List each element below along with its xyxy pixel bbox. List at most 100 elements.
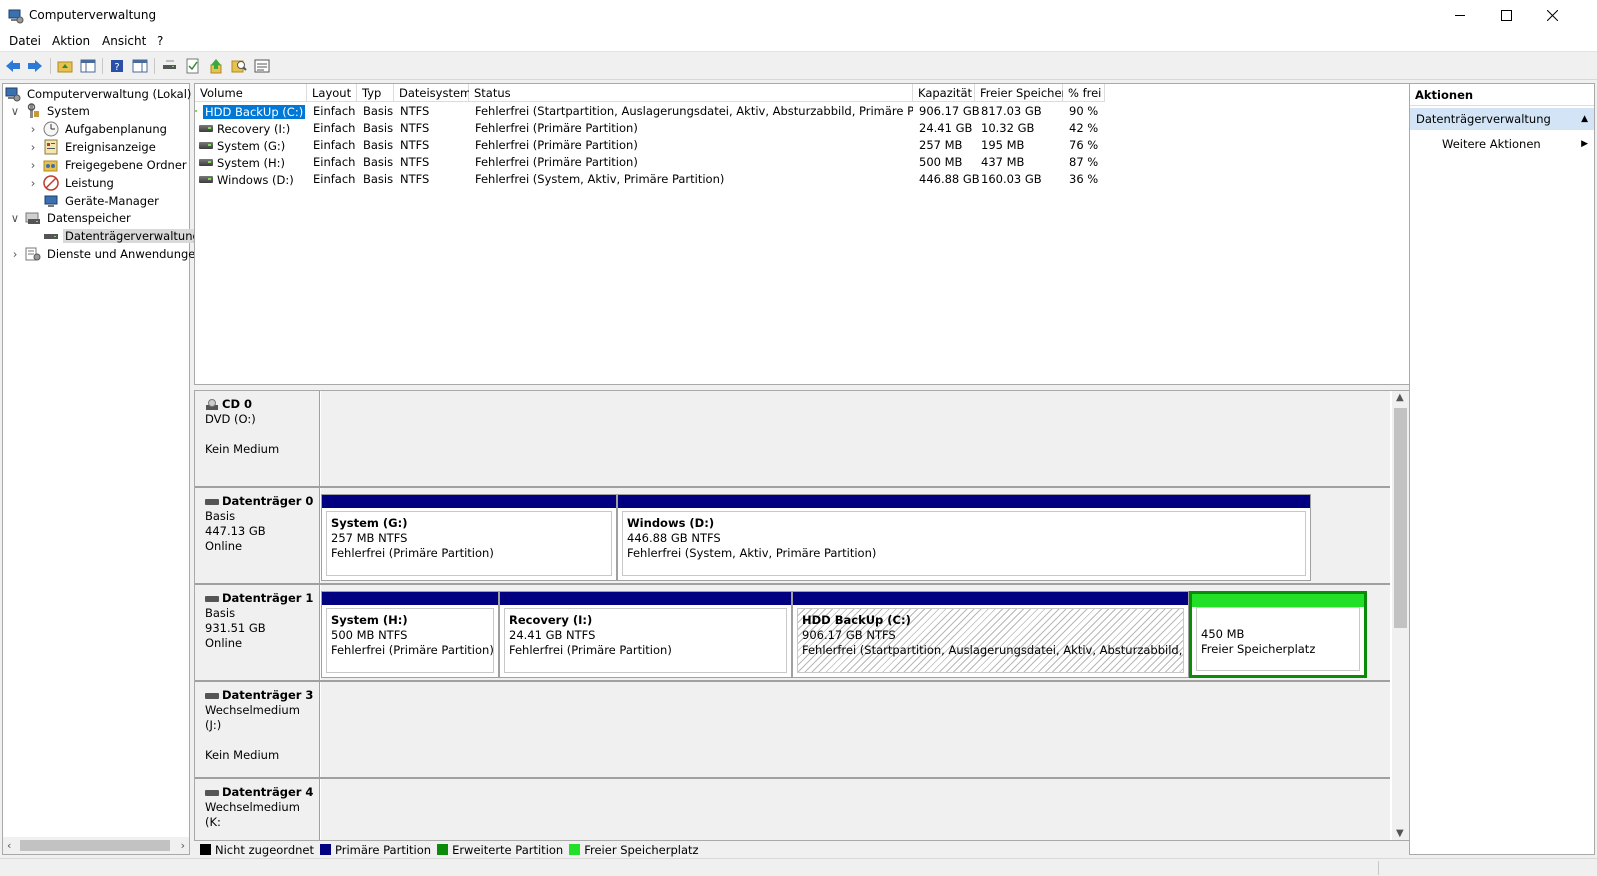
show-hide-console-tree-icon[interactable] [79, 57, 97, 75]
disk-row-3[interactable]: Datenträger 3 Wechselmedium (J:) Kein Me… [195, 682, 1390, 779]
disk-row-1[interactable]: Datenträger 1 Basis 931.51 GB Online Sys… [195, 585, 1390, 682]
tree-item-freigegebene-ordner[interactable]: › Freigegebene Ordner [27, 156, 189, 173]
action-weitere-aktionen[interactable]: Weitere Aktionen ▶ [1410, 132, 1594, 152]
column-header-status[interactable]: Status [469, 84, 913, 102]
legend-swatch [200, 844, 211, 855]
partition-status: Freier Speicherplatz [1201, 642, 1316, 656]
disk-row-4[interactable]: Datenträger 4 Wechselmedium (K: [195, 779, 1390, 840]
legend-label: Erweiterte Partition [452, 842, 564, 857]
primary-partition-bar [500, 592, 791, 605]
tree-item-system[interactable]: ∨ System [9, 102, 92, 119]
tree-item-geraete-manager[interactable]: Geräte-Manager [43, 192, 161, 209]
tree-item-label: Datenträgerverwaltung [63, 228, 202, 243]
disk-type: DVD (O:) [205, 412, 256, 426]
show-hide-action-pane-icon[interactable] [131, 57, 149, 75]
disk-type: Basis [205, 509, 236, 523]
column-header-freier-speicher[interactable]: Freier Speicher [975, 84, 1066, 102]
checklist-icon[interactable] [184, 57, 202, 75]
partition-hdd-backup-c[interactable]: HDD BackUp (C:) 906.17 GB NTFS Fehlerfre… [792, 591, 1189, 678]
tree-item-datentraegerverwaltung[interactable]: Datenträgerverwaltung [43, 227, 202, 244]
expand-arrow-icon[interactable]: › [27, 158, 39, 172]
partition-system-h[interactable]: System (H:) 500 MB NTFS Fehlerfrei (Prim… [321, 591, 499, 678]
scrollbar-thumb[interactable] [20, 840, 170, 851]
up-arrow-icon[interactable] [207, 57, 225, 75]
collapse-arrow-icon[interactable]: ∨ [9, 104, 21, 118]
expand-arrow-icon[interactable]: › [27, 140, 39, 154]
collapse-up-icon[interactable]: ▲ [1581, 114, 1588, 124]
disk-row-0[interactable]: Datenträger 0 Basis 447.13 GB Online Sys… [195, 488, 1390, 585]
expand-arrow-icon[interactable]: › [27, 176, 39, 190]
disk-size: 931.51 GB [205, 621, 266, 635]
expand-arrow-icon[interactable]: › [27, 122, 39, 136]
partition-size: 500 MB NTFS [331, 628, 408, 642]
disk-info[interactable]: CD 0 DVD (O:) Kein Medium [195, 391, 320, 486]
computer-management-window: Computerverwaltung Datei Aktion Ansicht … [0, 0, 1597, 876]
column-header-volume[interactable]: Volume [195, 84, 307, 102]
up-folder-icon[interactable] [56, 57, 74, 75]
search-icon[interactable] [230, 57, 248, 75]
partition-free-space[interactable]: 450 MB Freier Speicherplatz [1189, 591, 1367, 678]
expand-arrow-icon[interactable]: › [9, 247, 21, 261]
disk-info[interactable]: Datenträger 3 Wechselmedium (J:) Kein Me… [195, 682, 320, 777]
services-icon [25, 247, 41, 260]
forward-arrow-icon[interactable] [26, 57, 44, 75]
column-header-prozent-frei[interactable]: % frei [1063, 84, 1105, 102]
disk-partition-area: System (G:) 257 MB NTFS Fehlerfrei (Prim… [321, 488, 1390, 583]
scroll-left-icon[interactable]: ‹ [7, 839, 11, 852]
scrollbar-thumb[interactable] [1394, 408, 1407, 628]
scroll-down-icon[interactable]: ▼ [1396, 828, 1404, 839]
properties-icon[interactable] [253, 57, 271, 75]
help-icon[interactable]: ? [108, 57, 126, 75]
minimize-button[interactable] [1437, 0, 1483, 31]
menu-help[interactable]: ? [157, 34, 163, 48]
volume-percent-free: 76 % [1069, 138, 1099, 152]
volume-capacity: 257 MB [919, 138, 963, 152]
tree-horizontal-scrollbar[interactable]: ‹ › [3, 837, 189, 854]
disk-vertical-scrollbar[interactable]: ▲ ▼ [1392, 391, 1409, 840]
collapse-arrow-icon[interactable]: ∨ [9, 211, 21, 225]
partition-system-g[interactable]: System (G:) 257 MB NTFS Fehlerfrei (Prim… [321, 494, 617, 581]
disk-info[interactable]: Datenträger 1 Basis 931.51 GB Online [195, 585, 320, 680]
partition-windows-d[interactable]: Windows (D:) 446.88 GB NTFS Fehlerfrei (… [617, 494, 1311, 581]
volume-type: Basis [363, 155, 394, 169]
menu-bar: Datei Aktion Ansicht ? [0, 31, 1597, 52]
disk-info[interactable]: Datenträger 0 Basis 447.13 GB Online [195, 488, 320, 583]
column-header-dateisystem[interactable]: Dateisystem [394, 84, 471, 102]
back-arrow-icon[interactable] [4, 57, 22, 75]
partition-name: Recovery (I:) [509, 613, 593, 627]
status-bar [0, 858, 1597, 876]
disk-name: Datenträger 3 [222, 688, 314, 702]
volume-drive-icon [199, 176, 213, 183]
partition-status: Fehlerfrei (Primäre Partition) [331, 546, 494, 560]
partition-name: Windows (D:) [627, 516, 715, 530]
tree-item-leistung[interactable]: › Leistung [27, 174, 116, 191]
volume-filesystem: NTFS [400, 172, 430, 186]
disk-status: Online [205, 636, 243, 650]
connect-drive-icon[interactable] [161, 57, 179, 75]
tree-item-datenspeicher[interactable]: ∨ Datenspeicher [9, 209, 133, 226]
tree-item-aufgabenplanung[interactable]: › Aufgabenplanung [27, 120, 169, 137]
disk-info[interactable]: Datenträger 4 Wechselmedium (K: [195, 779, 320, 840]
tree-item-ereignisanzeige[interactable]: › Ereignisanzeige [27, 138, 158, 155]
partition-recovery-i[interactable]: Recovery (I:) 24.41 GB NTFS Fehlerfrei (… [499, 591, 792, 678]
column-header-kapazitaet[interactable]: Kapazität [913, 84, 975, 102]
close-button[interactable] [1529, 0, 1575, 31]
performance-icon [43, 174, 59, 191]
primary-partition-bar [793, 592, 1188, 605]
disk-row-cd0[interactable]: CD 0 DVD (O:) Kein Medium [195, 391, 1390, 488]
partition-status: Fehlerfrei (Primäre Partition) [331, 643, 494, 657]
scroll-up-icon[interactable]: ▲ [1396, 392, 1404, 403]
tree-root[interactable]: Computerverwaltung (Lokal) [5, 85, 193, 102]
tree-item-dienste[interactable]: › Dienste und Anwendungen [9, 245, 205, 262]
actions-section-label: Datenträgerverwaltung [1416, 112, 1551, 126]
volume-list: Volume Layout Typ Dateisystem Status Kap… [194, 83, 1410, 385]
scroll-right-icon[interactable]: › [181, 839, 185, 852]
menu-aktion[interactable]: Aktion [52, 34, 90, 48]
maximize-button[interactable] [1483, 0, 1529, 31]
column-header-typ[interactable]: Typ [357, 84, 394, 102]
column-header-layout[interactable]: Layout [307, 84, 357, 102]
actions-section-datentraegerverwaltung[interactable]: Datenträgerverwaltung ▲ [1410, 108, 1594, 130]
menu-ansicht[interactable]: Ansicht [102, 34, 146, 48]
device-manager-icon [44, 195, 58, 207]
menu-datei[interactable]: Datei [9, 34, 41, 48]
